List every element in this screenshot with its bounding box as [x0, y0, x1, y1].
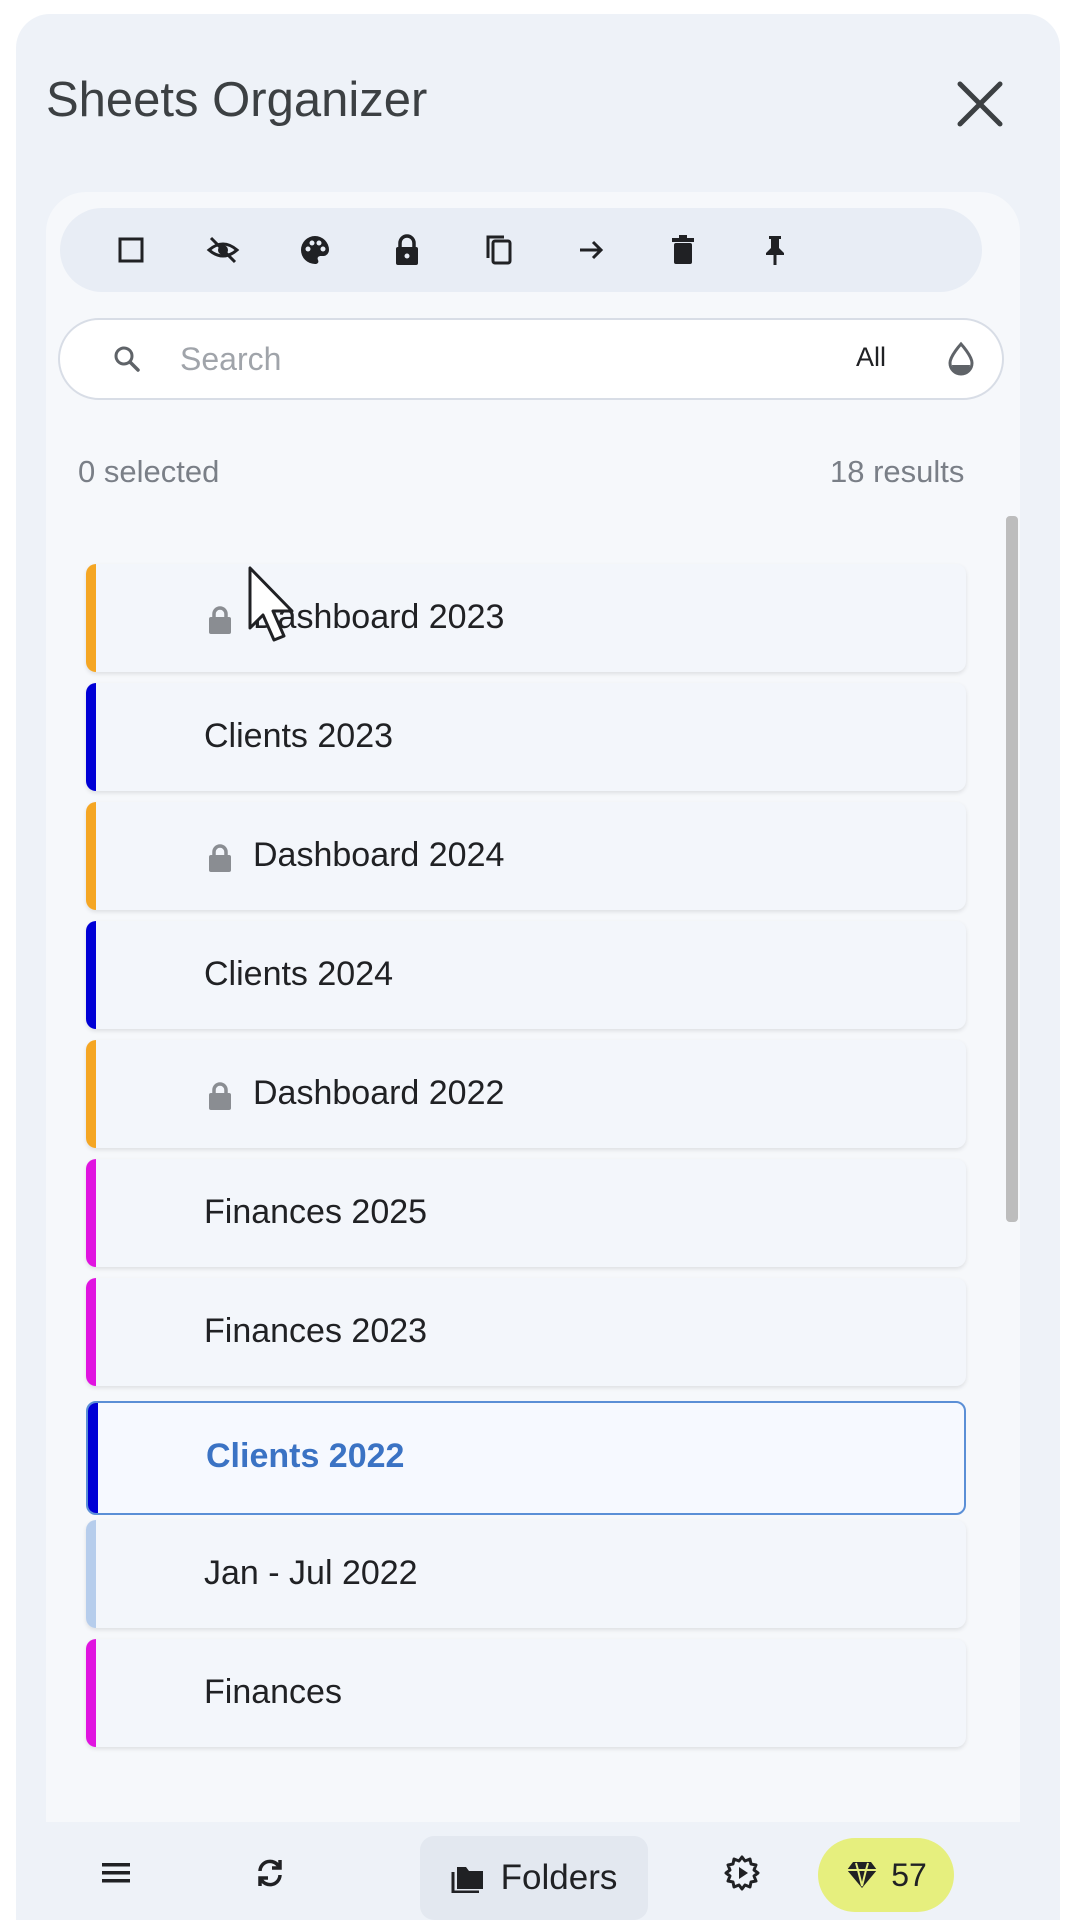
sheet-item[interactable]: Jan - Jul 2022: [86, 1520, 966, 1628]
sheet-name: Jan - Jul 2022: [204, 1554, 418, 1592]
move-button[interactable]: [556, 208, 626, 292]
pin-icon: [766, 236, 784, 265]
sheet-name: Clients 2022: [206, 1437, 405, 1475]
sheet-color-bar: [86, 564, 96, 672]
hide-icon: [206, 236, 240, 264]
checkbox-icon: [118, 237, 144, 263]
lock-icon: [396, 234, 418, 265]
sheet-name: Dashboard 2022: [253, 1074, 505, 1112]
mouse-cursor-icon: [248, 566, 294, 642]
scrollbar[interactable]: [1006, 516, 1018, 1222]
sheet-item[interactable]: Clients 2022: [86, 1401, 966, 1515]
sheet-color-bar: [86, 1159, 96, 1267]
settings-icon: [724, 1855, 760, 1891]
palette-icon: [301, 236, 330, 264]
sheet-name: Finances: [204, 1673, 342, 1711]
gems-badge[interactable]: 57: [818, 1838, 954, 1912]
refresh-button[interactable]: [240, 1826, 300, 1920]
lock-button[interactable]: [372, 208, 442, 292]
menu-icon: [102, 1863, 130, 1883]
folder-icon: [451, 1867, 483, 1893]
sheet-color-bar: [86, 1520, 96, 1628]
sheet-color-bar: [86, 921, 96, 1029]
lock-icon: [209, 1082, 231, 1110]
sheet-item[interactable]: Finances 2025: [86, 1159, 966, 1267]
action-toolbar: [60, 208, 982, 292]
selected-count: 0 selected: [78, 454, 220, 489]
sheet-color-bar: [86, 1639, 96, 1747]
search-bar: All: [58, 318, 1004, 400]
lock-icon: [209, 844, 231, 872]
gems-count: 57: [891, 1856, 927, 1893]
sheet-name: Dashboard 2024: [253, 836, 505, 874]
delete-button[interactable]: [648, 208, 718, 292]
sheet-item[interactable]: Finances: [86, 1639, 966, 1747]
sheet-item[interactable]: Clients 2023: [86, 683, 966, 791]
sheet-item[interactable]: Dashboard 2024: [86, 802, 966, 910]
gem-icon: [847, 1862, 878, 1888]
move-arrow-icon: [580, 240, 604, 260]
sheet-color-bar: [86, 802, 96, 910]
folders-label: Folders: [500, 1858, 618, 1897]
refresh-icon: [258, 1859, 282, 1887]
lock-icon: [209, 606, 231, 634]
settings-button[interactable]: [712, 1826, 772, 1920]
hide-button[interactable]: [188, 208, 258, 292]
sheet-color-bar: [86, 1040, 96, 1148]
pin-button[interactable]: [740, 208, 810, 292]
close-button[interactable]: [950, 74, 1010, 134]
select-all-button[interactable]: [96, 208, 166, 292]
sheet-name: Finances 2023: [204, 1312, 428, 1350]
sheet-name: Finances 2025: [204, 1193, 428, 1231]
copy-icon: [486, 235, 512, 265]
sheet-item[interactable]: Finances 2023: [86, 1278, 966, 1386]
sheet-color-bar: [86, 683, 96, 791]
color-filter-icon[interactable]: [940, 338, 982, 380]
sheet-name: Clients 2023: [204, 717, 394, 755]
sheet-color-bar: [88, 1403, 98, 1513]
search-icon: [114, 346, 140, 372]
sheet-item[interactable]: Dashboard 2023: [86, 564, 966, 672]
close-icon: [957, 81, 1003, 127]
sheet-name: Clients 2024: [204, 955, 394, 993]
delete-icon: [672, 235, 694, 264]
search-input[interactable]: [180, 330, 740, 388]
sheet-color-bar: [86, 1278, 96, 1386]
results-count: 18 results: [830, 454, 965, 489]
sheet-item[interactable]: Clients 2024: [86, 921, 966, 1029]
panel-title: Sheets Organizer: [46, 73, 428, 127]
duplicate-button[interactable]: [464, 208, 534, 292]
menu-button[interactable]: [86, 1826, 146, 1920]
filter-dropdown[interactable]: All: [856, 342, 886, 373]
folders-button[interactable]: Folders: [420, 1836, 648, 1920]
color-button[interactable]: [280, 208, 350, 292]
sheet-item[interactable]: Dashboard 2022: [86, 1040, 966, 1148]
